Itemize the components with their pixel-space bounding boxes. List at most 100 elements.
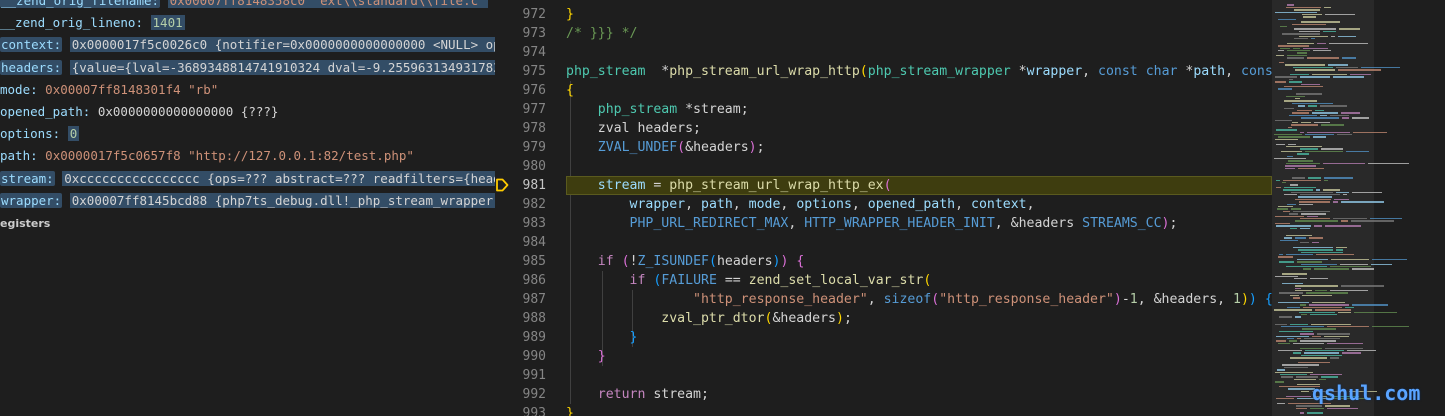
code-token: ,	[780, 197, 797, 212]
code-line[interactable]: if (FAILURE == zend_set_local_var_str(	[566, 271, 932, 290]
code-line[interactable]: /* }}} */	[566, 24, 637, 43]
minimap-line	[1290, 294, 1299, 297]
code-line[interactable]: wrapper, path, mode, options, opened_pat…	[566, 195, 1035, 214]
minimap-line	[1279, 330, 1313, 333]
variable-row[interactable]: __zend_orig_lineno: 1401	[0, 12, 185, 34]
minimap-line	[1330, 266, 1371, 268]
minimap-line	[1341, 285, 1384, 287]
minimap-line	[1285, 64, 1325, 66]
variable-row[interactable]: wrapper: 0x00007ff8145bcd88 {php7ts_debu…	[0, 190, 495, 212]
minimap-line	[1310, 278, 1328, 280]
minimap-line	[1298, 105, 1305, 107]
minimap-line	[1289, 213, 1298, 215]
minimap-line	[1274, 134, 1302, 136]
code-line[interactable]: }	[566, 404, 574, 416]
code-token: )	[1113, 292, 1122, 307]
minimap[interactable]	[1272, 0, 1445, 416]
minimap-line	[1339, 28, 1360, 30]
minimap-line	[1275, 11, 1317, 13]
minimap-line	[1301, 122, 1311, 124]
minimap-line	[1354, 311, 1397, 313]
minimap-line	[1331, 258, 1369, 261]
minimap-line	[1337, 134, 1352, 136]
minimap-line	[1290, 227, 1297, 229]
code-token: wrapper	[629, 197, 686, 212]
code-line[interactable]: PHP_URL_REDIRECT_MAX, HTTP_WRAPPER_HEADE…	[566, 214, 1178, 233]
code-line[interactable]: zval headers;	[566, 119, 701, 138]
minimap-line	[1285, 165, 1316, 167]
minimap-line	[1280, 47, 1290, 49]
minimap-line	[1309, 237, 1323, 239]
minimap-line	[1312, 302, 1345, 304]
minimap-line	[1275, 371, 1313, 373]
code-line[interactable]: {	[566, 81, 574, 100]
variable-name: mode:	[0, 81, 38, 97]
minimap-line	[1278, 206, 1293, 208]
variable-name: __zend_orig_lineno:	[0, 15, 143, 31]
code-line[interactable]: php_stream *stream;	[566, 100, 749, 119]
variable-value: 0x00007ff8148358c0 "ext\\standard\\file.…	[167, 0, 488, 8]
code-token: &headers	[772, 311, 836, 326]
minimap-line	[1308, 105, 1317, 107]
code-line[interactable]: }	[566, 347, 606, 366]
minimap-line	[1295, 98, 1300, 100]
code-line[interactable]: }	[566, 5, 574, 24]
variable-row[interactable]: opened_path: 0x0000000000000000 {???}	[0, 101, 278, 123]
minimap-line	[1330, 357, 1339, 359]
minimap-line	[1286, 6, 1321, 9]
minimap-line	[1325, 405, 1350, 407]
line-number: 977	[522, 102, 546, 117]
code-token: if	[597, 254, 614, 269]
variable-row[interactable]: mode: 0x00007ff8148301f4 "rb"	[0, 79, 218, 101]
minimap-line	[1296, 407, 1307, 409]
vertical-scrollbar[interactable]	[1435, 0, 1445, 416]
minimap-line	[1336, 191, 1349, 193]
minimap-line	[1301, 213, 1326, 215]
minimap-line	[1292, 177, 1305, 179]
code-line[interactable]: ZVAL_UNDEF(&headers);	[566, 138, 765, 157]
line-number: 991	[522, 368, 546, 383]
minimap-line	[1285, 167, 1295, 169]
minimap-line	[1300, 227, 1310, 229]
variable-value: 0x0000017f5c0026c0 {notifier=0x000000000…	[69, 37, 495, 53]
registers-section-header[interactable]: egisters	[0, 213, 50, 235]
code-line[interactable]: return stream;	[566, 385, 709, 404]
code-line[interactable]: }	[566, 328, 638, 347]
minimap-line	[1333, 218, 1367, 220]
code-token: (	[883, 178, 892, 193]
variable-row[interactable]: stream: 0xcccccccccccccccc {ops=??? abst…	[0, 168, 495, 190]
variable-value: 0x0000017f5c0657f8 "http://127.0.0.1:82/…	[45, 148, 414, 164]
minimap-line	[1317, 42, 1326, 45]
variable-row[interactable]: path: 0x0000017f5c0657f8 "http://127.0.0…	[0, 145, 414, 167]
code-line[interactable]: stream = php_stream_url_wrap_http_ex(	[566, 176, 892, 195]
code-line[interactable]: "http_response_header", sizeof("http_res…	[566, 290, 1272, 309]
minimap-line	[1320, 105, 1347, 107]
minimap-line	[1315, 110, 1324, 112]
code-token: path	[1193, 64, 1226, 79]
variable-value: 0	[67, 126, 80, 142]
minimap-line	[1303, 16, 1316, 18]
minimap-line	[1324, 177, 1353, 179]
code-line[interactable]: if (!Z_ISUNDEF(headers)) {	[566, 252, 805, 271]
minimap-line	[1283, 189, 1313, 191]
variable-row[interactable]: options: 0	[0, 123, 80, 145]
minimap-line	[1287, 4, 1294, 6]
minimap-line	[1286, 234, 1312, 237]
variable-row[interactable]: headers: {value={lval=-36893488147419103…	[0, 57, 495, 79]
code-editor[interactable]: 972} 973/* }}} */974 975 php_stream *php_st…	[495, 0, 1272, 416]
variable-row[interactable]: context: 0x0000017f5c0026c0 {notifier=0x…	[0, 34, 495, 56]
code-token: }	[566, 406, 574, 416]
minimap-line	[1315, 290, 1327, 292]
minimap-line	[1275, 222, 1290, 225]
minimap-line	[1276, 129, 1297, 131]
variable-row[interactable]: __zend_orig_filename: 0x00007ff8148358c0…	[0, 0, 488, 12]
minimap-line	[1321, 376, 1338, 378]
variable-value: 0x00007ff8148301f4 "rb"	[45, 81, 219, 97]
code-line[interactable]: php_stream *php_stream_url_wrap_http(php…	[566, 62, 1272, 81]
code-token: "http_response_header"	[939, 292, 1114, 307]
code-token: }	[629, 330, 638, 345]
code-token: 1	[1129, 292, 1138, 307]
code-line[interactable]: zval_ptr_dtor(&headers);	[566, 309, 852, 328]
minimap-line	[1287, 203, 1296, 205]
